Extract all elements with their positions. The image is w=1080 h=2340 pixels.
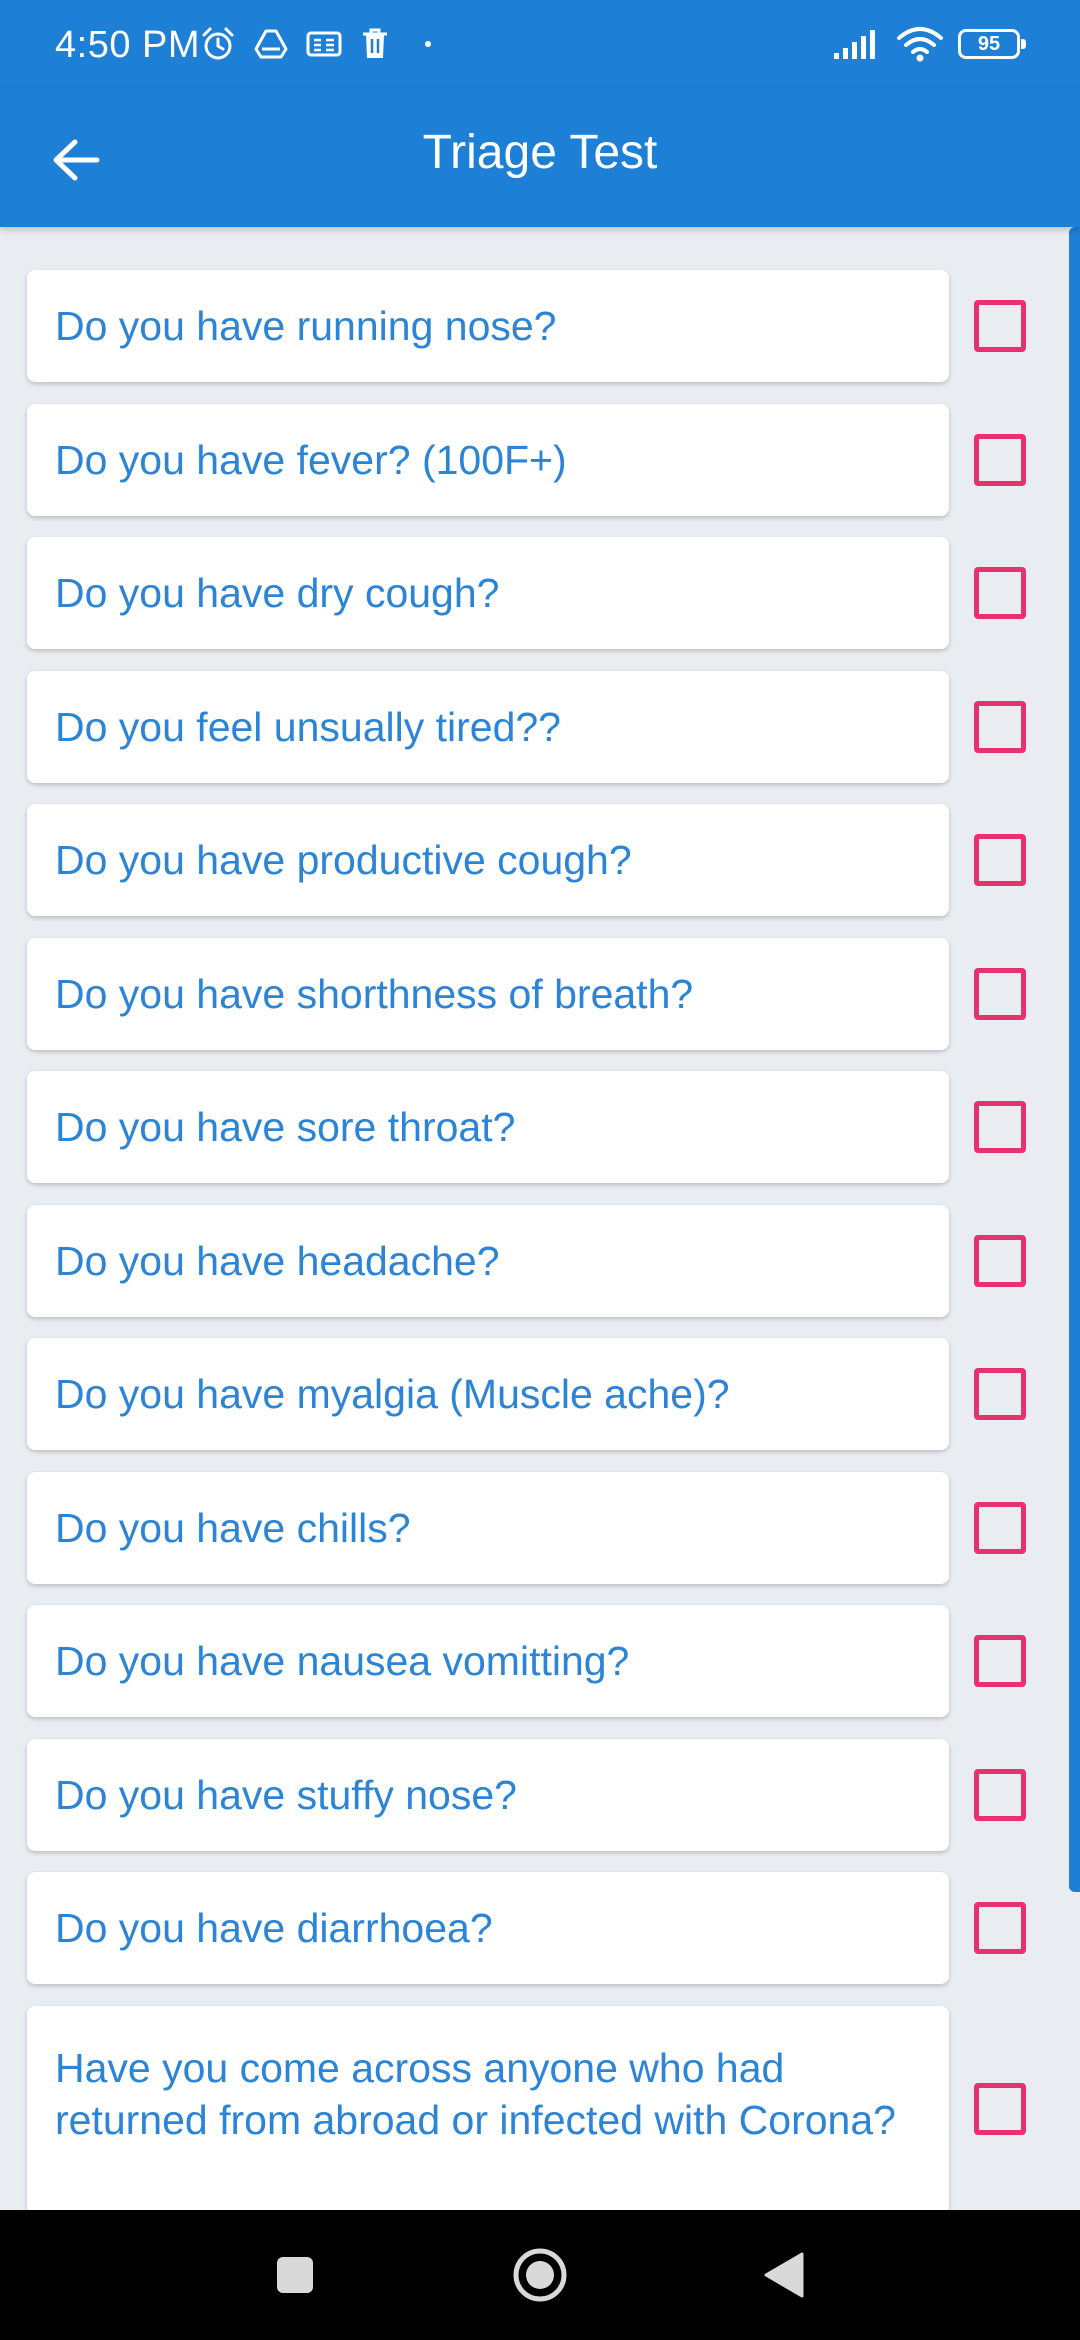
back-icon	[764, 2252, 804, 2298]
question-card[interactable]: Do you have headache?	[27, 1204, 949, 1317]
question-row: Do you have diarrhoea?	[0, 1872, 1080, 2006]
question-card[interactable]: Do you have shorthness of breath?	[27, 937, 949, 1050]
question-row: Have you come across anyone who had retu…	[0, 2005, 1080, 2210]
question-checkbox[interactable]	[974, 967, 1026, 1020]
question-row: Do you have myalgia (Muscle ache)?	[0, 1338, 1080, 1472]
question-row: Do you have dry cough?	[0, 537, 1080, 671]
question-checkbox[interactable]	[974, 1501, 1026, 1554]
recents-icon	[277, 2257, 313, 2293]
question-checkbox[interactable]	[974, 1635, 1026, 1687]
home-button[interactable]	[508, 2243, 572, 2307]
question-text: Do you have dry cough?	[55, 570, 500, 616]
question-card[interactable]: Do you have nausea vomitting?	[27, 1605, 949, 1717]
question-checkbox[interactable]	[974, 567, 1026, 619]
battery-level: 95	[977, 33, 1001, 55]
question-list-container[interactable]: Do you have running nose? Do you have fe…	[0, 227, 1080, 2210]
battery-icon: 95	[958, 29, 1026, 59]
question-row: Do you feel unsually tired??	[0, 670, 1080, 805]
question-row: Do you have nausea vomitting?	[0, 1605, 1080, 1739]
status-bar: 4:50 PM 95	[0, 0, 1080, 90]
question-text: Do you have fever? (100F+)	[55, 436, 567, 483]
question-row: Do you have headache?	[0, 1204, 1080, 1339]
question-checkbox[interactable]	[974, 1234, 1026, 1287]
wifi-icon	[896, 26, 944, 62]
question-checkbox[interactable]	[974, 2082, 1026, 2135]
question-checkbox[interactable]	[974, 1368, 1026, 1420]
question-card[interactable]: Do you have sore throat?	[27, 1071, 949, 1183]
question-text: Do you have productive cough?	[55, 837, 632, 883]
dot-icon	[408, 29, 438, 59]
delete-icon	[360, 27, 390, 61]
question-card[interactable]: Do you feel unsually tired??	[27, 670, 949, 783]
question-card[interactable]: Have you come across anyone who had retu…	[27, 2005, 949, 2210]
question-card[interactable]: Do you have productive cough?	[27, 804, 949, 916]
question-text: Do you have headache?	[55, 1237, 500, 1284]
question-checkbox[interactable]	[974, 433, 1026, 486]
question-row: Do you have stuffy nose?	[0, 1738, 1080, 1873]
question-text: Do you have diarrhoea?	[55, 1905, 493, 1951]
question-text: Do you have running nose?	[55, 303, 557, 349]
question-text: Do you have shorthness of breath?	[55, 970, 694, 1017]
question-checkbox[interactable]	[974, 834, 1026, 886]
question-row: Do you have chills?	[0, 1471, 1080, 1606]
system-back-button[interactable]	[752, 2243, 816, 2307]
app-bar: Triage Test	[0, 90, 1080, 227]
question-text: Do you have stuffy nose?	[55, 1771, 517, 1818]
page-title: Triage Test	[422, 126, 658, 179]
question-list: Do you have running nose? Do you have fe…	[0, 270, 1080, 2210]
question-card[interactable]: Do you have fever? (100F+)	[27, 403, 949, 516]
question-text: Do you have sore throat?	[55, 1104, 516, 1150]
question-text: Do you have myalgia (Muscle ache)?	[55, 1371, 730, 1417]
question-text: Do you have nausea vomitting?	[55, 1638, 630, 1684]
navigation-bar	[0, 2210, 1080, 2340]
home-icon	[513, 2248, 567, 2302]
status-left-icons	[200, 26, 438, 62]
question-card[interactable]: Do you have stuffy nose?	[27, 1738, 949, 1851]
question-card[interactable]: Do you have diarrhoea?	[27, 1872, 949, 1984]
question-row: Do you have running nose?	[0, 270, 1080, 404]
question-card[interactable]: Do you have dry cough?	[27, 537, 949, 649]
question-text: Do you feel unsually tired??	[55, 703, 561, 750]
question-checkbox[interactable]	[974, 300, 1026, 352]
alarm-icon	[200, 26, 236, 62]
question-card[interactable]: Do you have running nose?	[27, 270, 949, 382]
question-card[interactable]: Do you have myalgia (Muscle ache)?	[27, 1338, 949, 1450]
question-row: Do you have fever? (100F+)	[0, 403, 1080, 538]
question-text: Have you come across anyone who had retu…	[55, 2044, 896, 2143]
status-right-icons: 95	[832, 26, 1026, 62]
question-row: Do you have shorthness of breath?	[0, 937, 1080, 1072]
question-checkbox[interactable]	[974, 700, 1026, 753]
signal-icon	[832, 28, 882, 60]
question-checkbox[interactable]	[974, 1768, 1026, 1821]
question-text: Do you have chills?	[55, 1504, 411, 1551]
sim-card-icon	[306, 29, 342, 59]
status-time: 4:50 PM	[55, 24, 201, 66]
recents-button[interactable]	[263, 2243, 327, 2307]
drive-icon	[254, 27, 288, 61]
question-row: Do you have productive cough?	[0, 804, 1080, 938]
question-checkbox[interactable]	[974, 1902, 1026, 1954]
question-row: Do you have sore throat?	[0, 1071, 1080, 1205]
question-card[interactable]: Do you have chills?	[27, 1471, 949, 1584]
question-checkbox[interactable]	[974, 1101, 1026, 1153]
